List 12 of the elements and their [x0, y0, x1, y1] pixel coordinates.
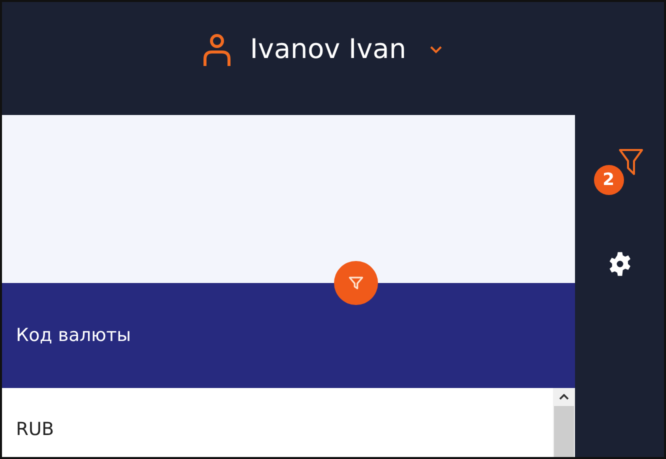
filter-icon: [347, 274, 365, 292]
scroll-thumb[interactable]: [554, 406, 574, 457]
user-icon: [202, 32, 232, 66]
column-header[interactable]: Код валюты: [16, 325, 131, 346]
filter-icon[interactable]: [618, 147, 644, 177]
scroll-up-icon[interactable]: [559, 394, 569, 400]
caret-icon: [430, 46, 442, 54]
filter-count-badge: 2: [594, 165, 624, 195]
user-menu-button[interactable]: Ivanov Ivan: [250, 34, 406, 65]
settings-icon[interactable]: [606, 251, 632, 277]
scrollbar[interactable]: [553, 388, 575, 457]
table-cell: RUB: [16, 419, 54, 440]
